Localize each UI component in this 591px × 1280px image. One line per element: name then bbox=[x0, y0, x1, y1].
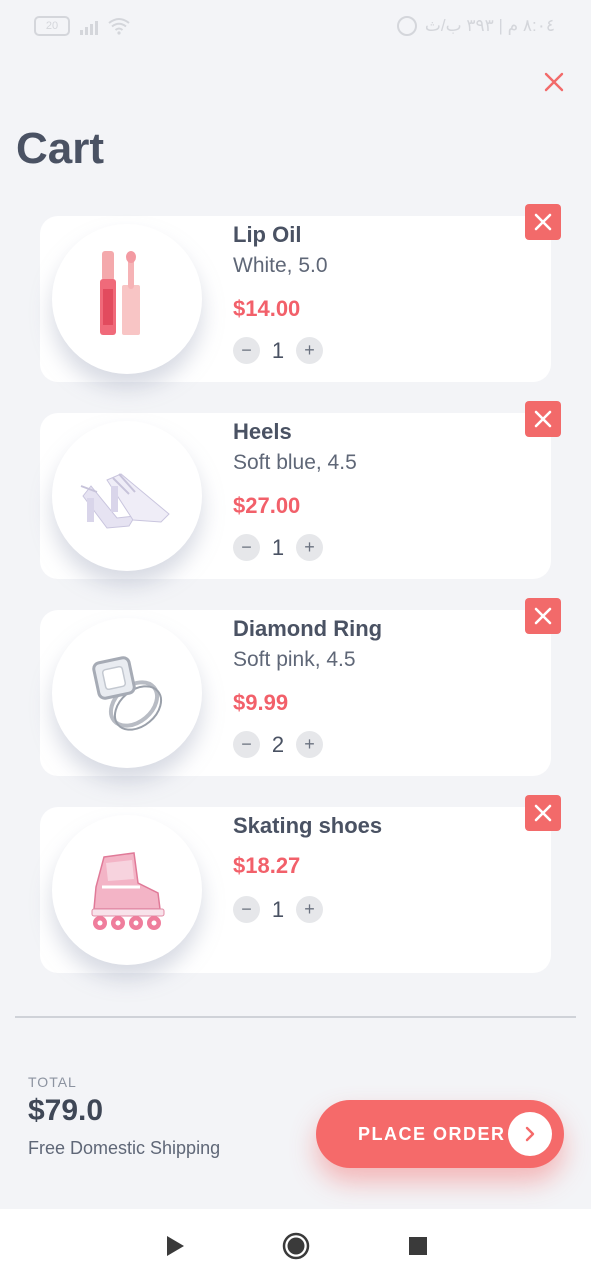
quantity-value: 1 bbox=[271, 337, 285, 363]
divider bbox=[15, 1016, 576, 1018]
quantity-value: 1 bbox=[271, 896, 285, 922]
total-value: $79.0 bbox=[28, 1094, 104, 1127]
decrease-quantity-button[interactable]: − bbox=[233, 731, 260, 758]
status-bar: 20 ٨:٠٤ م | ٣٩٣ ب/ث bbox=[0, 0, 591, 54]
remove-item-button[interactable] bbox=[525, 795, 561, 831]
cart-item: Skating shoes $18.27 − 1 + bbox=[40, 795, 561, 973]
chevron-right-icon bbox=[508, 1112, 552, 1156]
item-price: $14.00 bbox=[233, 296, 301, 321]
battery-icon: 20 bbox=[34, 16, 70, 36]
lip-oil-image bbox=[100, 251, 140, 335]
product-image-heels bbox=[52, 421, 202, 571]
increase-quantity-button[interactable]: + bbox=[296, 731, 323, 758]
product-image-ring bbox=[52, 618, 202, 768]
decrease-quantity-button[interactable]: − bbox=[233, 534, 260, 561]
increase-quantity-button[interactable]: + bbox=[296, 534, 323, 561]
item-name: Diamond Ring bbox=[233, 616, 383, 641]
item-price: $9.99 bbox=[233, 690, 289, 715]
whatsapp-icon bbox=[396, 16, 417, 36]
item-price: $27.00 bbox=[233, 493, 301, 518]
remove-item-button[interactable] bbox=[525, 204, 561, 240]
remove-item-button[interactable] bbox=[525, 401, 561, 437]
item-price: $18.27 bbox=[233, 853, 301, 878]
close-button[interactable] bbox=[538, 66, 570, 98]
place-order-label: PLACE ORDER bbox=[358, 1123, 506, 1144]
remove-icon bbox=[534, 607, 552, 625]
shipping-note: Free Domestic Shipping bbox=[28, 1138, 221, 1158]
increase-quantity-button[interactable]: + bbox=[296, 896, 323, 923]
status-right: ٨:٠٤ م | ٣٩٣ ب/ث bbox=[396, 16, 555, 36]
total-label: TOTAL bbox=[28, 1074, 77, 1090]
wifi-icon bbox=[108, 18, 130, 35]
status-left: 20 bbox=[34, 16, 130, 36]
quantity-value: 1 bbox=[271, 534, 285, 560]
cart-item: Heels Soft blue, 4.5 $27.00 − 1 + bbox=[40, 401, 561, 579]
decrease-quantity-button[interactable]: − bbox=[233, 896, 260, 923]
signal-icon bbox=[80, 17, 98, 35]
product-image-lip-oil bbox=[52, 224, 202, 374]
back-button[interactable] bbox=[160, 1231, 190, 1261]
home-button[interactable] bbox=[281, 1231, 311, 1261]
ring-image bbox=[92, 656, 163, 731]
item-variant: Soft pink, 4.5 bbox=[233, 648, 356, 671]
quantity-stepper: − 1 + bbox=[233, 534, 323, 561]
status-time: ٨:٠٤ م | ٣٩٣ ب/ث bbox=[424, 16, 555, 35]
close-icon bbox=[544, 72, 564, 92]
back-triangle-icon bbox=[167, 1236, 184, 1256]
remove-icon bbox=[534, 410, 552, 428]
quantity-value: 2 bbox=[271, 731, 285, 757]
home-circle-icon bbox=[282, 1232, 310, 1260]
product-image-skates bbox=[52, 815, 202, 965]
item-variant: White, 5.0 bbox=[233, 254, 328, 277]
item-name: Skating shoes bbox=[233, 813, 383, 838]
cart-item: Diamond Ring Soft pink, 4.5 $9.99 − 2 + bbox=[40, 598, 561, 776]
skates-image bbox=[91, 851, 164, 930]
item-variant: Soft blue, 4.5 bbox=[233, 451, 357, 474]
page-title: Cart bbox=[16, 124, 105, 173]
recents-button[interactable] bbox=[403, 1231, 433, 1261]
battery-level: 20 bbox=[45, 20, 59, 32]
increase-quantity-button[interactable]: + bbox=[296, 337, 323, 364]
heels-image bbox=[80, 473, 170, 529]
remove-icon bbox=[534, 213, 552, 231]
place-order-button[interactable]: PLACE ORDER bbox=[316, 1100, 564, 1168]
decrease-quantity-button[interactable]: − bbox=[233, 337, 260, 364]
quantity-stepper: − 2 + bbox=[233, 731, 323, 758]
recents-square-icon bbox=[409, 1237, 427, 1255]
item-name: Lip Oil bbox=[233, 222, 302, 247]
item-name: Heels bbox=[233, 419, 292, 444]
remove-icon bbox=[534, 804, 552, 822]
quantity-stepper: − 1 + bbox=[233, 337, 323, 364]
cart-item: Lip Oil White, 5.0 $14.00 − 1 + bbox=[40, 204, 561, 382]
system-nav-bar bbox=[0, 1209, 591, 1280]
quantity-stepper: − 1 + bbox=[233, 896, 323, 923]
remove-item-button[interactable] bbox=[525, 598, 561, 634]
